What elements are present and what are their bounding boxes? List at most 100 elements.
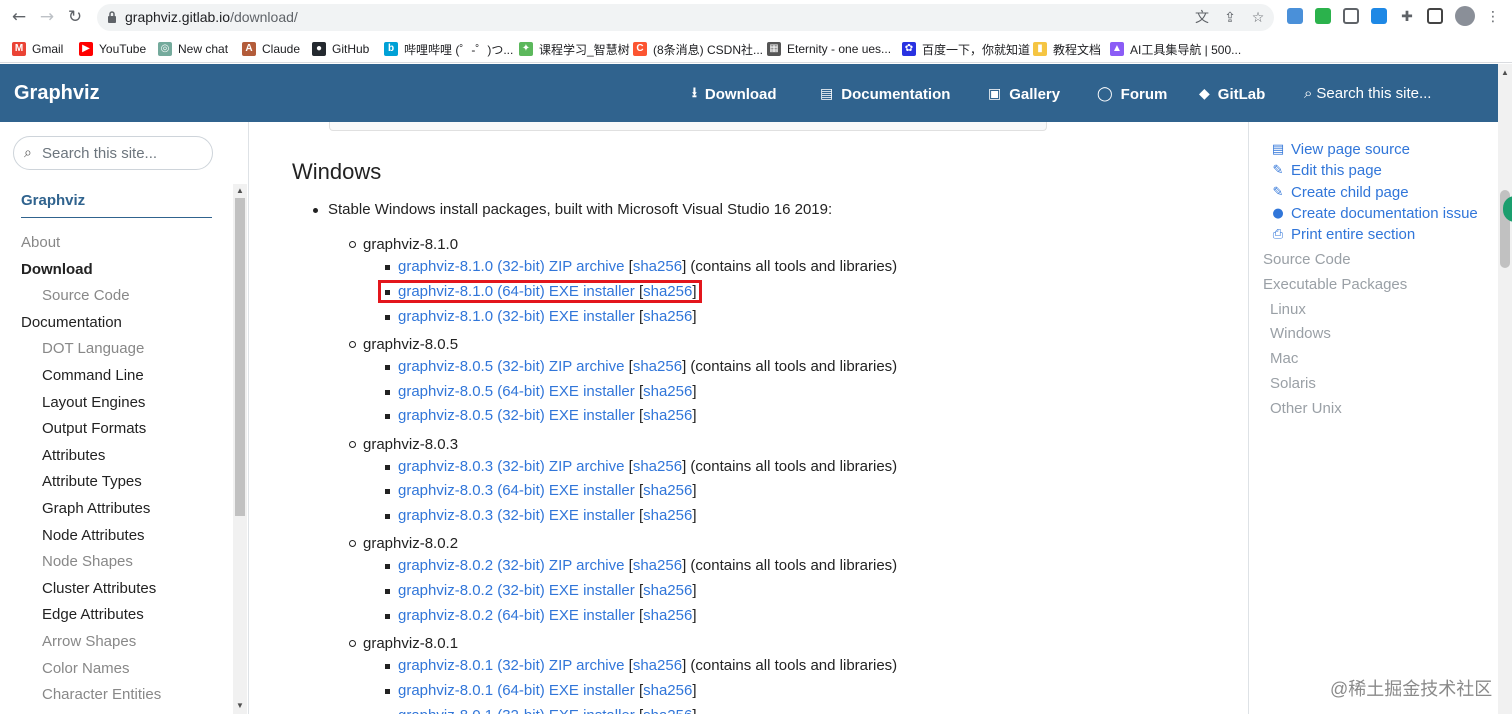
toc-section-link[interactable]: Solaris bbox=[1270, 375, 1316, 392]
sidebar-item[interactable]: Documentation bbox=[21, 314, 122, 331]
sidebar-item[interactable]: Edge Attributes bbox=[42, 606, 144, 623]
extension-copy-icon[interactable] bbox=[1343, 8, 1359, 24]
sidepanel-icon[interactable] bbox=[1427, 8, 1443, 24]
download-link[interactable]: graphviz-8.1.0 (32-bit) EXE installer bbox=[398, 308, 635, 325]
toc-action[interactable]: ✎ Create child page bbox=[1271, 184, 1409, 201]
sha256-link[interactable]: sha256 bbox=[643, 682, 692, 699]
bookmark-item[interactable]: A Claude bbox=[242, 40, 300, 58]
nav-documentation[interactable]: ▤ Documentation bbox=[820, 84, 950, 104]
scroll-up-icon[interactable]: ▲ bbox=[236, 186, 244, 195]
download-link[interactable]: graphviz-8.0.2 (32-bit) EXE installer bbox=[398, 582, 635, 599]
toc-section-link[interactable]: Source Code bbox=[1263, 251, 1351, 268]
profile-avatar[interactable] bbox=[1455, 6, 1475, 26]
sidebar-item[interactable]: Arrow Shapes bbox=[42, 633, 136, 650]
nav-download[interactable]: ⭳ Download bbox=[692, 84, 777, 104]
bookmark-item[interactable]: ● GitHub bbox=[312, 40, 369, 58]
address-bar[interactable]: graphviz.gitlab.io/download/ 文 ⇪ ☆ bbox=[97, 4, 1274, 31]
download-link[interactable]: graphviz-8.0.5 (64-bit) EXE installer bbox=[398, 383, 635, 400]
sha256-link[interactable]: sha256 bbox=[643, 308, 692, 325]
extensions-puzzle-icon[interactable]: ✚ bbox=[1398, 8, 1416, 26]
sidebar-item[interactable]: Color Names bbox=[42, 660, 130, 677]
extension-adblock-icon[interactable] bbox=[1315, 8, 1331, 24]
bookmark-item[interactable]: C (8条消息) CSDN社... bbox=[633, 40, 763, 58]
sidebar-item[interactable]: Character Entities bbox=[42, 686, 161, 703]
sha256-link[interactable]: sha256 bbox=[643, 507, 692, 524]
download-link[interactable]: graphviz-8.0.2 (64-bit) EXE installer bbox=[398, 607, 635, 624]
sha256-link[interactable]: sha256 bbox=[643, 383, 692, 400]
reload-icon[interactable]: ↻ bbox=[64, 6, 86, 28]
extension-shield-icon[interactable] bbox=[1287, 8, 1303, 24]
sha256-link[interactable]: sha256 bbox=[643, 607, 692, 624]
sidebar-item[interactable]: Source Code bbox=[42, 287, 130, 304]
bookmark-item[interactable]: ▶ YouTube bbox=[79, 40, 146, 58]
page-scrollbar[interactable]: ▲ bbox=[1498, 64, 1512, 714]
nav-gitlab[interactable]: ◆ GitLab bbox=[1199, 84, 1265, 104]
download-link[interactable]: graphviz-8.0.1 (32-bit) ZIP archive bbox=[398, 657, 625, 674]
download-link[interactable]: graphviz-8.1.0 (32-bit) ZIP archive bbox=[398, 258, 625, 275]
sidebar-item[interactable]: Cluster Attributes bbox=[42, 580, 156, 597]
sidebar-item[interactable]: Command Line bbox=[42, 367, 144, 384]
extension-layers-icon[interactable] bbox=[1371, 8, 1387, 24]
share-icon[interactable]: ⇪ bbox=[1221, 9, 1239, 27]
nav-forum[interactable]: ◯ Forum bbox=[1097, 84, 1167, 104]
scroll-up-icon[interactable]: ▲ bbox=[1501, 68, 1509, 77]
sidebar-item[interactable]: DOT Language bbox=[42, 340, 144, 357]
sha256-link[interactable]: sha256 bbox=[643, 407, 692, 424]
bookmark-item[interactable]: ▲ AI工具集导航 | 500... bbox=[1110, 40, 1241, 58]
download-link[interactable]: graphviz-8.0.3 (32-bit) EXE installer bbox=[398, 507, 635, 524]
sidebar-search-input[interactable]: ⌕ Search this site... bbox=[13, 136, 213, 170]
bookmark-item[interactable]: ✿ 百度一下，你就知道 bbox=[902, 40, 1030, 58]
bookmark-star-icon[interactable]: ☆ bbox=[1249, 9, 1267, 27]
sha256-link[interactable]: sha256 bbox=[643, 582, 692, 599]
sidebar-item[interactable]: Node Shapes bbox=[42, 553, 133, 570]
sha256-link[interactable]: sha256 bbox=[633, 258, 682, 275]
toc-section-link[interactable]: Executable Packages bbox=[1263, 276, 1407, 293]
translate-icon[interactable]: 文 bbox=[1193, 9, 1211, 27]
sidebar-item[interactable]: About bbox=[21, 234, 60, 251]
bookmark-item[interactable]: ◎ New chat bbox=[158, 40, 228, 58]
nav-gallery[interactable]: ▣ Gallery bbox=[988, 84, 1060, 104]
sidebar-item[interactable]: Node Attributes bbox=[42, 527, 145, 544]
toc-section-link[interactable]: Other Unix bbox=[1270, 400, 1342, 417]
back-icon[interactable]: ← bbox=[8, 6, 30, 28]
bookmark-item[interactable]: b 哔哩哔哩 (゜-゜)つ... bbox=[384, 40, 513, 58]
download-link[interactable]: graphviz-8.0.3 (32-bit) ZIP archive bbox=[398, 458, 625, 475]
download-link[interactable]: graphviz-8.0.5 (32-bit) ZIP archive bbox=[398, 358, 625, 375]
sidebar-item[interactable]: Attributes bbox=[42, 447, 105, 464]
bookmark-item[interactable]: ▮ 教程文档 bbox=[1033, 40, 1101, 58]
sha256-link[interactable]: sha256 bbox=[633, 458, 682, 475]
sidebar-title[interactable]: Graphviz bbox=[21, 192, 85, 209]
download-link[interactable]: graphviz-8.0.1 (64-bit) EXE installer bbox=[398, 682, 635, 699]
bookmark-item[interactable]: ✦ 课程学习_智慧树 bbox=[519, 40, 630, 58]
site-brand[interactable]: Graphviz bbox=[14, 82, 100, 105]
sidebar-item[interactable]: Graph Attributes bbox=[42, 500, 150, 517]
browser-menu-icon[interactable]: ⋮ bbox=[1484, 8, 1502, 26]
toc-action[interactable]: ▤ View page source bbox=[1271, 141, 1410, 158]
toc-action[interactable]: ⎙ Print entire section bbox=[1271, 226, 1415, 243]
sha256-link[interactable]: sha256 bbox=[633, 358, 682, 375]
toc-section-link[interactable]: Mac bbox=[1270, 350, 1298, 367]
bookmark-item[interactable]: ▦ Eternity - one ues... bbox=[767, 40, 891, 58]
sidebar-item[interactable]: Output Formats bbox=[42, 420, 146, 437]
forward-icon[interactable]: → bbox=[36, 6, 58, 28]
download-link[interactable]: graphviz-8.0.3 (64-bit) EXE installer bbox=[398, 482, 635, 499]
download-link[interactable]: graphviz-8.0.5 (32-bit) EXE installer bbox=[398, 407, 635, 424]
toc-section-link[interactable]: Linux bbox=[1270, 301, 1306, 318]
sha256-link[interactable]: sha256 bbox=[633, 657, 682, 674]
toc-action[interactable]: ✎ Edit this page bbox=[1271, 162, 1382, 179]
toc-action[interactable]: ● Create documentation issue bbox=[1271, 205, 1477, 222]
bookmark-item[interactable]: M Gmail bbox=[12, 40, 63, 58]
sidebar-item[interactable]: Attribute Types bbox=[42, 473, 142, 490]
sidebar-item[interactable]: Layout Engines bbox=[42, 394, 145, 411]
sidebar-scrollbar[interactable]: ▲ ▼ bbox=[233, 184, 247, 714]
toc-section-link[interactable]: Windows bbox=[1270, 325, 1331, 342]
sha256-link[interactable]: sha256 bbox=[643, 707, 692, 714]
download-link[interactable]: graphviz-8.0.2 (32-bit) ZIP archive bbox=[398, 557, 625, 574]
sidebar-scrollbar-thumb[interactable] bbox=[235, 198, 245, 516]
sha256-link[interactable]: sha256 bbox=[643, 482, 692, 499]
sha256-link[interactable]: sha256 bbox=[633, 557, 682, 574]
scroll-down-icon[interactable]: ▼ bbox=[236, 701, 244, 710]
sidebar-item[interactable]: Download bbox=[21, 261, 93, 278]
download-link[interactable]: graphviz-8.0.1 (32-bit) EXE installer bbox=[398, 707, 635, 714]
header-search[interactable]: ⌕ Search this site... bbox=[1304, 84, 1431, 102]
